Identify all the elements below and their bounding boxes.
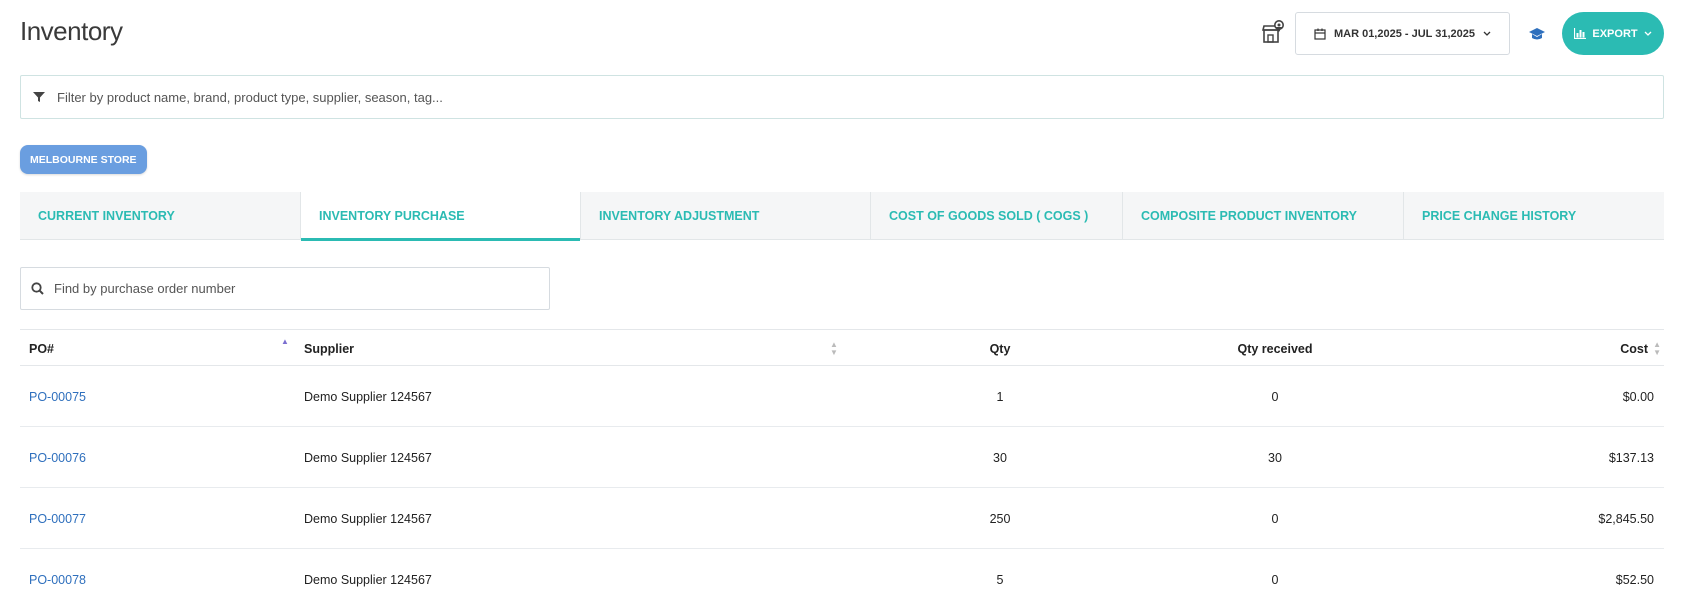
qty-cell: 250 <box>989 511 1011 526</box>
sort-icon[interactable]: ▲ ▼ <box>1653 341 1661 357</box>
sort-ascending-icon[interactable]: ▲ <box>281 338 289 346</box>
table-row[interactable]: PO-00077 Demo Supplier 124567 250 0 $2,8… <box>20 488 1664 549</box>
search-icon <box>31 282 44 295</box>
chevron-down-icon <box>1483 31 1491 36</box>
column-header-po[interactable]: PO# <box>29 330 54 367</box>
filter-input[interactable] <box>57 89 1557 105</box>
table-row[interactable]: PO-00076 Demo Supplier 124567 30 30 $137… <box>20 427 1664 488</box>
calendar-icon <box>1314 28 1326 40</box>
cost-cell: $137.13 <box>1608 450 1654 465</box>
tab-inventory-adjustment[interactable]: INVENTORY ADJUSTMENT <box>581 192 871 240</box>
supplier-cell: Demo Supplier 124567 <box>304 511 432 526</box>
column-header-cost[interactable]: Cost <box>1620 330 1648 367</box>
qty-cell: 30 <box>993 450 1007 465</box>
cost-cell: $0.00 <box>1622 389 1654 404</box>
date-range-label: MAR 01,2025 - JUL 31,2025 <box>1333 27 1476 40</box>
po-search-input[interactable] <box>54 281 534 296</box>
qty-received-cell: 0 <box>1271 572 1279 587</box>
po-search-bar <box>20 267 550 310</box>
sort-icon[interactable]: ▲ ▼ <box>830 341 838 357</box>
column-header-supplier[interactable]: Supplier <box>304 330 354 367</box>
table-row[interactable]: PO-00075 Demo Supplier 124567 1 0 $0.00 <box>20 366 1664 427</box>
tab-bar: CURRENT INVENTORY INVENTORY PURCHASE INV… <box>20 192 1664 241</box>
qty-received-cell: 0 <box>1271 389 1279 404</box>
cost-cell: $52.50 <box>1615 572 1654 587</box>
store-location-icon[interactable] <box>1260 19 1286 47</box>
supplier-cell: Demo Supplier 124567 <box>304 389 432 404</box>
bar-chart-icon <box>1574 28 1587 39</box>
po-number-link[interactable]: PO-00077 <box>29 488 86 549</box>
po-number-link[interactable]: PO-00075 <box>29 366 86 427</box>
table-header: PO# ▲ Supplier ▲ ▼ Qty Qty received Cost … <box>20 329 1664 366</box>
export-label: EXPORT <box>1592 27 1638 40</box>
tab-price-change-history[interactable]: PRICE CHANGE HISTORY <box>1404 192 1664 240</box>
table-row[interactable]: PO-00078 Demo Supplier 124567 5 0 $52.50 <box>20 549 1664 607</box>
tab-current-inventory[interactable]: CURRENT INVENTORY <box>20 192 301 240</box>
store-filter-chip[interactable]: MELBOURNE STORE <box>20 145 147 174</box>
export-button[interactable]: EXPORT <box>1562 12 1664 55</box>
tab-inventory-purchase[interactable]: INVENTORY PURCHASE <box>301 192 581 241</box>
page-title: Inventory <box>20 16 123 46</box>
chevron-down-icon <box>1644 31 1652 36</box>
column-header-qty-received: Qty received <box>1237 341 1313 356</box>
purchase-orders-table: PO# ▲ Supplier ▲ ▼ Qty Qty received Cost … <box>20 329 1664 607</box>
qty-cell: 1 <box>996 389 1004 404</box>
tab-cogs[interactable]: COST OF GOODS SOLD ( COGS ) <box>871 192 1123 240</box>
qty-cell: 5 <box>996 572 1004 587</box>
qty-received-cell: 30 <box>1268 450 1282 465</box>
funnel-icon <box>33 92 45 102</box>
cost-cell: $2,845.50 <box>1598 511 1654 526</box>
tab-composite-product-inventory[interactable]: COMPOSITE PRODUCT INVENTORY <box>1123 192 1404 240</box>
filter-bar <box>20 75 1664 119</box>
po-number-link[interactable]: PO-00076 <box>29 427 86 488</box>
supplier-cell: Demo Supplier 124567 <box>304 450 432 465</box>
date-range-picker[interactable]: MAR 01,2025 - JUL 31,2025 <box>1295 12 1510 55</box>
po-number-link[interactable]: PO-00078 <box>29 549 86 607</box>
qty-received-cell: 0 <box>1271 511 1279 526</box>
graduation-cap-icon[interactable] <box>1527 24 1547 44</box>
supplier-cell: Demo Supplier 124567 <box>304 572 432 587</box>
column-header-qty: Qty <box>989 341 1011 356</box>
